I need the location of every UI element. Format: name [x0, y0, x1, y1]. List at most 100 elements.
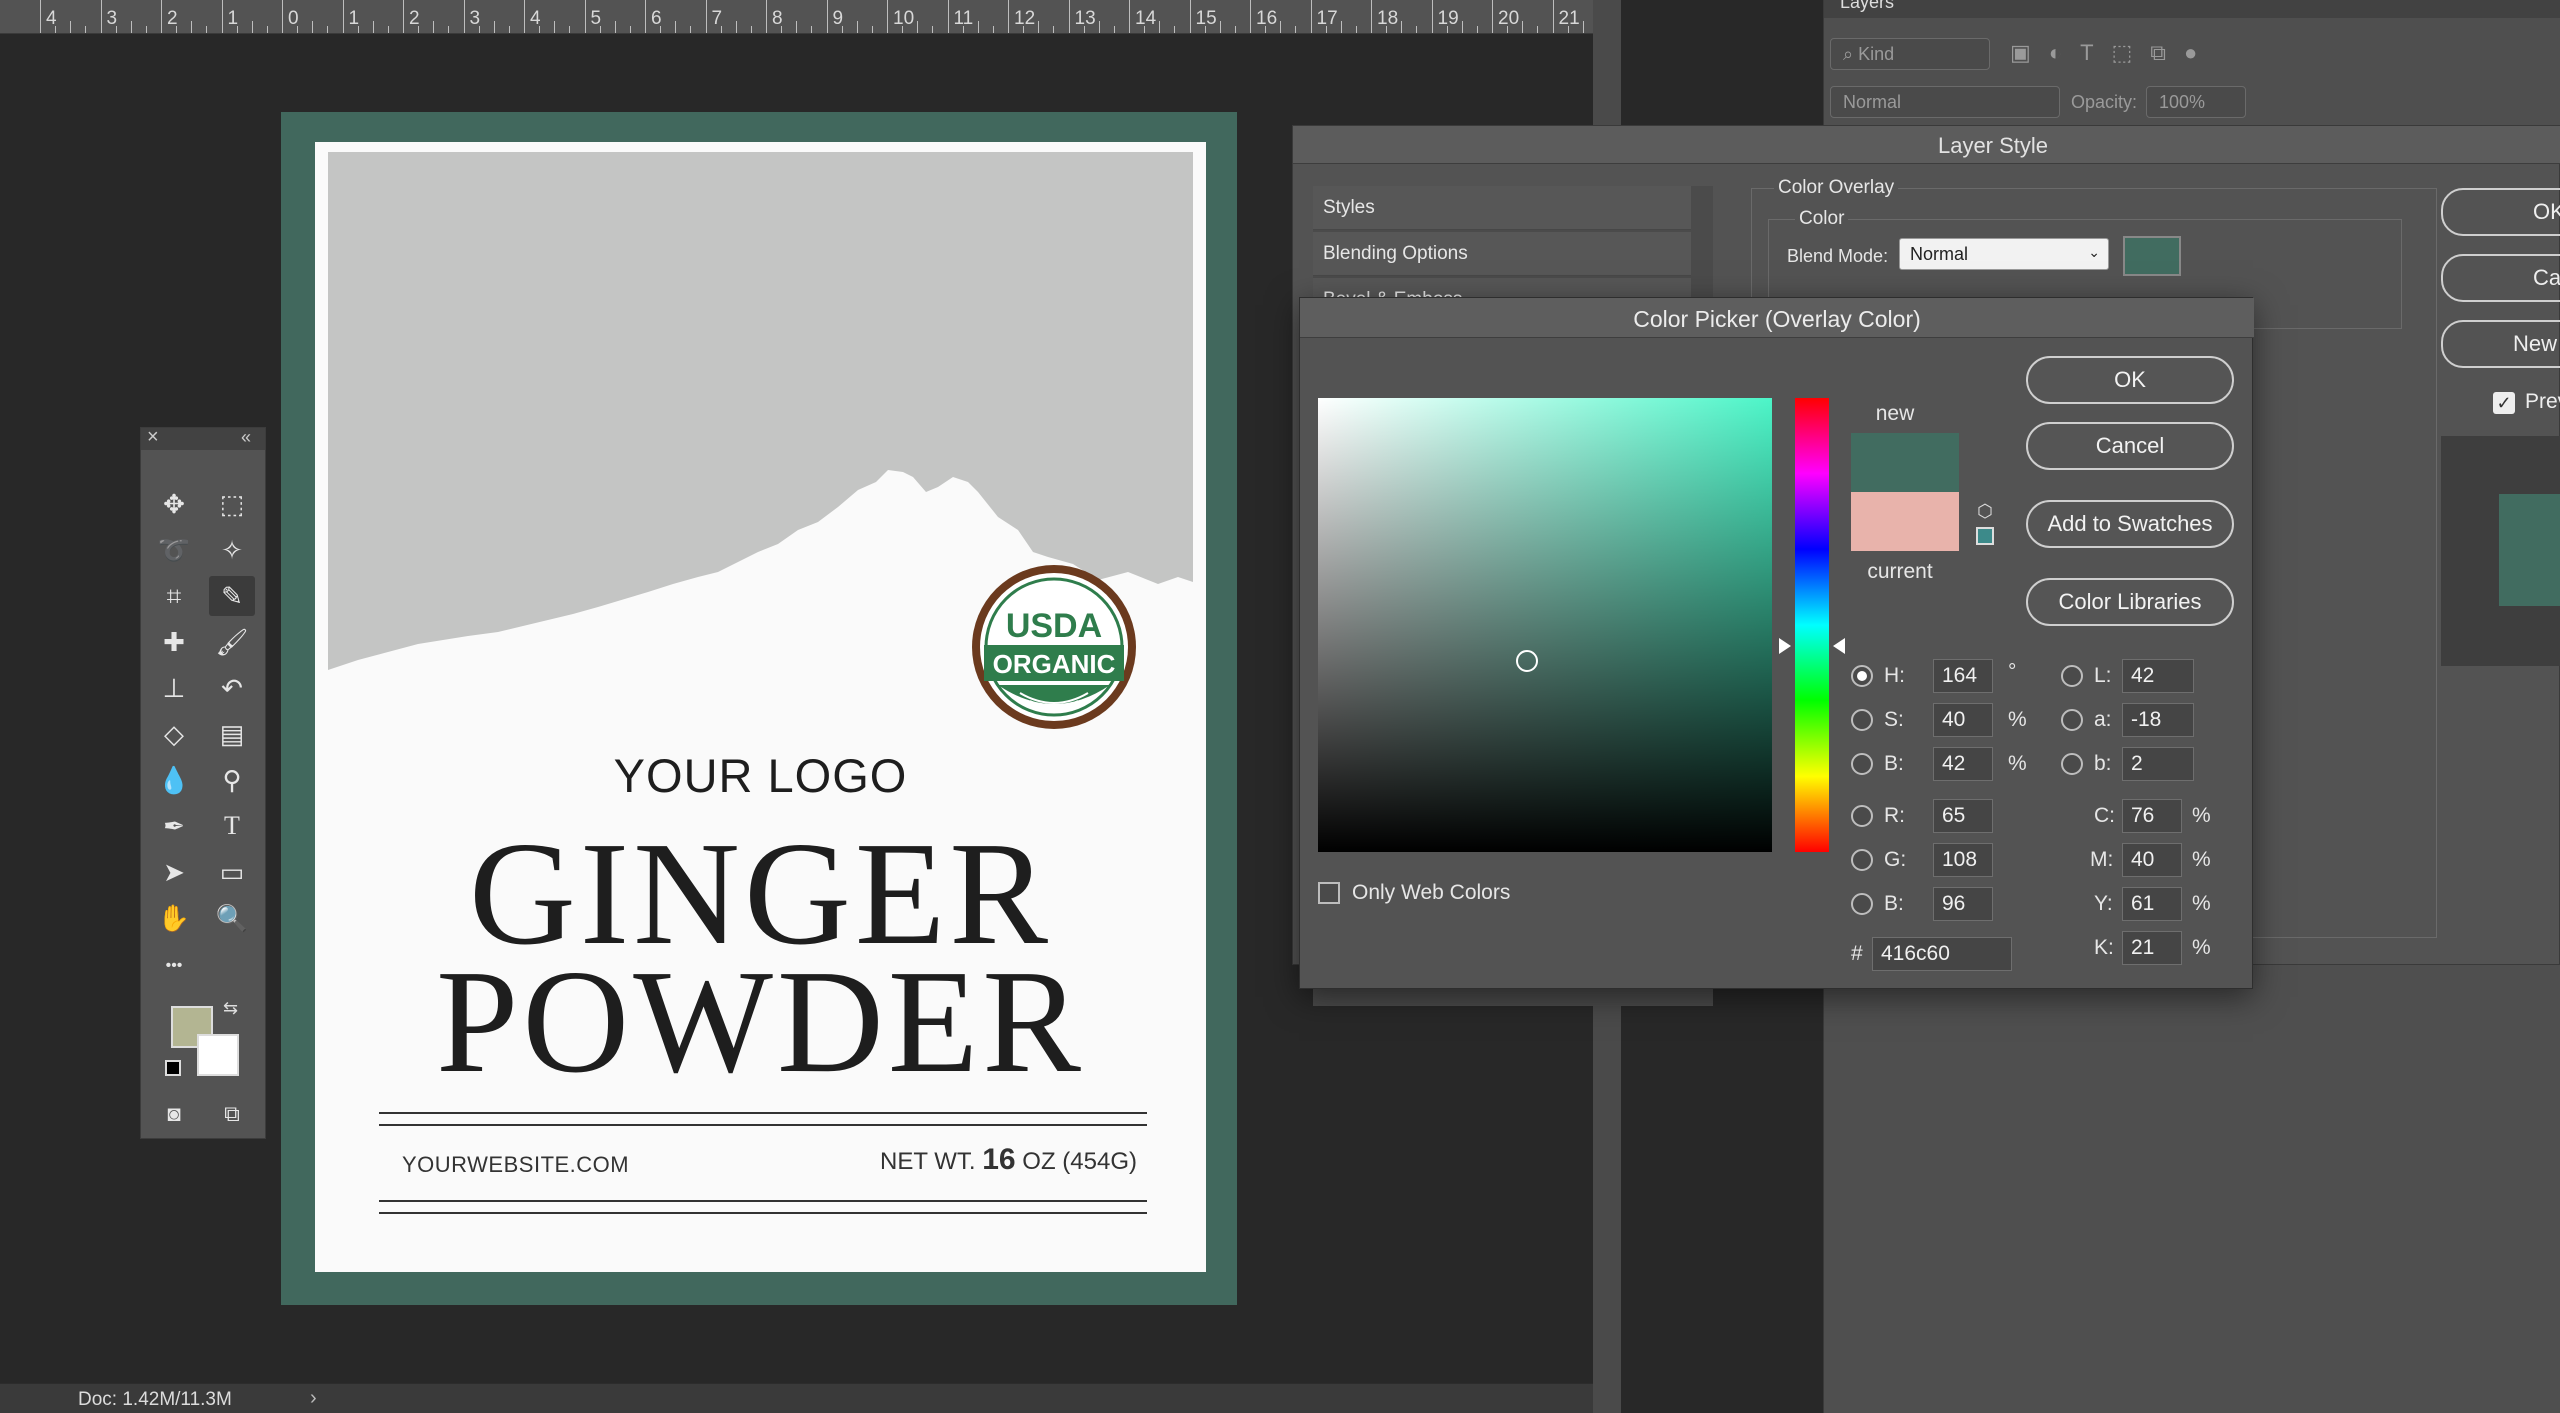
- hue-radio[interactable]: [1851, 665, 1873, 687]
- hex-label: #: [1851, 942, 1863, 965]
- more-tools-icon[interactable]: •••: [151, 946, 197, 986]
- layer-style-ok-button[interactable]: OK: [2441, 188, 2560, 236]
- cyan-field[interactable]: [2122, 799, 2182, 833]
- styles-row-label: Styles: [1323, 197, 1375, 218]
- tools-panel-header[interactable]: × «: [141, 426, 265, 450]
- only-web-colors-checkbox[interactable]: [1318, 882, 1340, 904]
- blend-mode-select[interactable]: Normal ⌄: [1899, 238, 2109, 270]
- history-brush-tool-icon[interactable]: ↶: [209, 668, 255, 708]
- add-to-swatches-button[interactable]: Add to Swatches: [2026, 500, 2234, 548]
- blur-tool-icon[interactable]: 💧: [151, 760, 197, 800]
- horizontal-ruler[interactable]: 4 3 2 1 0 1 2 3 4 5 6 7 8 9 10 11 12 13 14 15 16 17 18 19 20 21: [0, 0, 1620, 34]
- quick-mask-icon[interactable]: ◙: [151, 1094, 197, 1134]
- yellow-field[interactable]: [2122, 887, 2182, 921]
- color-libraries-button[interactable]: Color Libraries: [2026, 578, 2234, 626]
- layer-filter-icons[interactable]: ▣◐T⬚⧉●: [2010, 40, 2210, 70]
- layer-blend-mode[interactable]: Normal: [1830, 86, 2060, 118]
- ruler-minor-tick: [1340, 21, 1342, 33]
- hue-slider-left-arrow-icon[interactable]: [1779, 638, 1791, 654]
- brightness-field[interactable]: [1933, 747, 1993, 781]
- brightness-radio[interactable]: [1851, 753, 1873, 775]
- out-of-gamut-cube-icon[interactable]: ⬡: [1974, 501, 1996, 523]
- dodge-tool-icon[interactable]: ⚲: [209, 760, 255, 800]
- layer-style-cancel-button[interactable]: Cancel: [2441, 254, 2560, 302]
- path-selection-tool-icon[interactable]: ➤: [151, 852, 197, 892]
- eraser-tool-icon[interactable]: ◇: [151, 714, 197, 754]
- ruler-minor-tick: [327, 26, 329, 33]
- rectangle-tool-icon[interactable]: ▭: [209, 852, 255, 892]
- hue-slider-right-arrow-icon[interactable]: [1833, 638, 1845, 654]
- blending-options-row[interactable]: Blending Options: [1313, 232, 1691, 276]
- hand-tool-icon[interactable]: ✋: [151, 898, 197, 938]
- saturation-radio[interactable]: [1851, 709, 1873, 731]
- layers-tab[interactable]: Layers: [1824, 0, 2560, 18]
- lab-l-radio[interactable]: [2061, 665, 2083, 687]
- zoom-tool-icon[interactable]: 🔍: [209, 898, 255, 938]
- layers-tab-label[interactable]: Layers: [1840, 0, 1894, 13]
- color-libraries-label: Color Libraries: [2058, 589, 2202, 614]
- ruler-major-tick: [1008, 0, 1009, 33]
- ruler-minor-tick: [977, 21, 979, 33]
- collapse-icon[interactable]: «: [241, 427, 251, 448]
- lab-l-field[interactable]: [2122, 659, 2194, 693]
- lab-a-radio[interactable]: [2061, 709, 2083, 731]
- preview-checkbox[interactable]: ✓: [2493, 392, 2515, 414]
- blue-field[interactable]: [1933, 887, 1993, 921]
- swap-colors-icon[interactable]: ⇆: [223, 998, 238, 1019]
- color-picker-ok-button[interactable]: OK: [2026, 356, 2234, 404]
- current-color-swatch[interactable]: [1851, 492, 1959, 551]
- hue-slider[interactable]: [1795, 398, 1829, 852]
- ruler-minor-tick: [1234, 26, 1236, 33]
- layer-style-titlebar[interactable]: Layer Style: [1293, 126, 2560, 164]
- pen-tool-icon[interactable]: ✒: [151, 806, 197, 846]
- color-picker-titlebar[interactable]: Color Picker (Overlay Color): [1300, 298, 2254, 338]
- ruler-number: 14: [1135, 8, 1157, 29]
- web-safe-warning-icon[interactable]: [1976, 527, 1994, 545]
- lab-a-field[interactable]: [2122, 703, 2194, 737]
- default-colors-icon[interactable]: [165, 1060, 181, 1076]
- hex-field[interactable]: [1872, 937, 2012, 971]
- photoshop-window: 4 3 2 1 0 1 2 3 4 5 6 7 8 9 10 11 12 13 14 15 16 17 18 19 20 21 U…: [0, 0, 2560, 1413]
- new-style-button[interactable]: New Style...: [2441, 320, 2560, 368]
- lasso-tool-icon[interactable]: ➰: [151, 530, 197, 570]
- background-color-swatch[interactable]: [197, 1034, 239, 1076]
- black-field[interactable]: [2122, 931, 2182, 965]
- move-tool-icon[interactable]: ✥: [151, 484, 197, 524]
- badge-bottom-text: ORGANIC: [993, 649, 1116, 679]
- status-menu-arrow-icon[interactable]: ›: [310, 1387, 317, 1410]
- layer-kind-filter[interactable]: ⌕ Kind: [1830, 38, 1990, 70]
- type-tool-icon[interactable]: T: [209, 806, 255, 846]
- screen-mode-icon[interactable]: ⧉: [209, 1094, 255, 1134]
- blue-radio[interactable]: [1851, 893, 1873, 915]
- lab-b-radio[interactable]: [2061, 753, 2083, 775]
- stamp-tool-icon[interactable]: ⊥: [151, 668, 197, 708]
- healing-brush-tool-icon[interactable]: ✚: [151, 622, 197, 662]
- saturation-field[interactable]: [1933, 703, 1993, 737]
- magic-wand-tool-icon[interactable]: ✧: [209, 530, 255, 570]
- red-field[interactable]: [1933, 799, 1993, 833]
- green-radio[interactable]: [1851, 849, 1873, 871]
- eyedropper-tool-icon[interactable]: ✎: [209, 576, 255, 616]
- close-icon[interactable]: ×: [147, 426, 159, 449]
- label-net-weight: NET WT. 16 OZ (454G): [880, 1143, 1137, 1177]
- saturation-brightness-field[interactable]: [1318, 398, 1772, 852]
- overlay-color-swatch[interactable]: [2123, 236, 2181, 276]
- doc-size[interactable]: Doc: 1.42M/11.3M: [78, 1389, 232, 1411]
- marquee-tool-icon[interactable]: ⬚: [209, 484, 255, 524]
- gradient-tool-icon[interactable]: ▤: [209, 714, 255, 754]
- hue-field[interactable]: [1933, 659, 1993, 693]
- green-field[interactable]: [1933, 843, 1993, 877]
- add-to-swatches-label: Add to Swatches: [2047, 511, 2213, 536]
- red-radio[interactable]: [1851, 805, 1873, 827]
- brush-tool-icon[interactable]: 🖌: [209, 622, 255, 662]
- color-picker-cancel-button[interactable]: Cancel: [2026, 422, 2234, 470]
- magenta-field[interactable]: [2122, 843, 2182, 877]
- lab-b-field[interactable]: [2122, 747, 2194, 781]
- opacity-field[interactable]: 100%: [2146, 86, 2246, 118]
- ruler-minor-tick: [690, 26, 692, 33]
- chevron-down-icon: ⌄: [2088, 244, 2100, 260]
- ruler-minor-tick: [1265, 26, 1267, 33]
- crop-tool-icon[interactable]: ⌗: [151, 576, 197, 616]
- color-marker[interactable]: [1516, 650, 1538, 672]
- styles-row[interactable]: Styles: [1313, 186, 1691, 230]
